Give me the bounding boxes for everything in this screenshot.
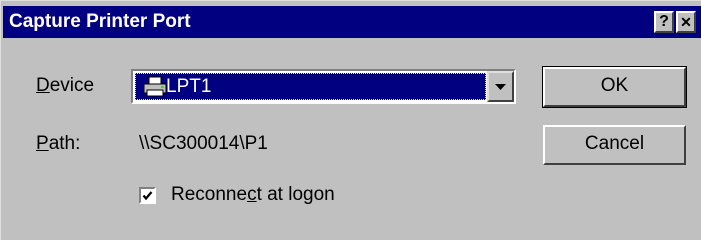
checkmark-icon [142, 191, 153, 201]
reconnect-label[interactable]: Reconnect at logon [171, 184, 335, 206]
close-icon: ✕ [680, 14, 692, 30]
close-button[interactable]: ✕ [676, 11, 696, 33]
reconnect-checkbox[interactable] [139, 187, 156, 204]
device-label: Device [36, 75, 95, 96]
path-value: \\SC300014\P1 [139, 133, 268, 154]
dropdown-button[interactable] [487, 71, 514, 102]
chevron-down-icon [495, 84, 506, 90]
title-bar[interactable]: Capture Printer Port ? ✕ [3, 6, 701, 38]
cancel-button[interactable]: Cancel [543, 125, 686, 165]
path-label: Path: [36, 133, 81, 154]
device-selected-item: LPT1 [135, 73, 486, 100]
help-button[interactable]: ? [654, 11, 674, 33]
printer-icon [143, 76, 167, 97]
ok-button[interactable]: OK [542, 66, 687, 108]
capture-printer-port-dialog: Capture Printer Port ? ✕ Device LPT1 Pat… [0, 0, 701, 240]
help-icon: ? [659, 13, 669, 30]
dialog-title: Capture Printer Port [9, 11, 191, 32]
device-selected-value: LPT1 [166, 76, 212, 97]
device-dropdown[interactable]: LPT1 [131, 69, 516, 104]
